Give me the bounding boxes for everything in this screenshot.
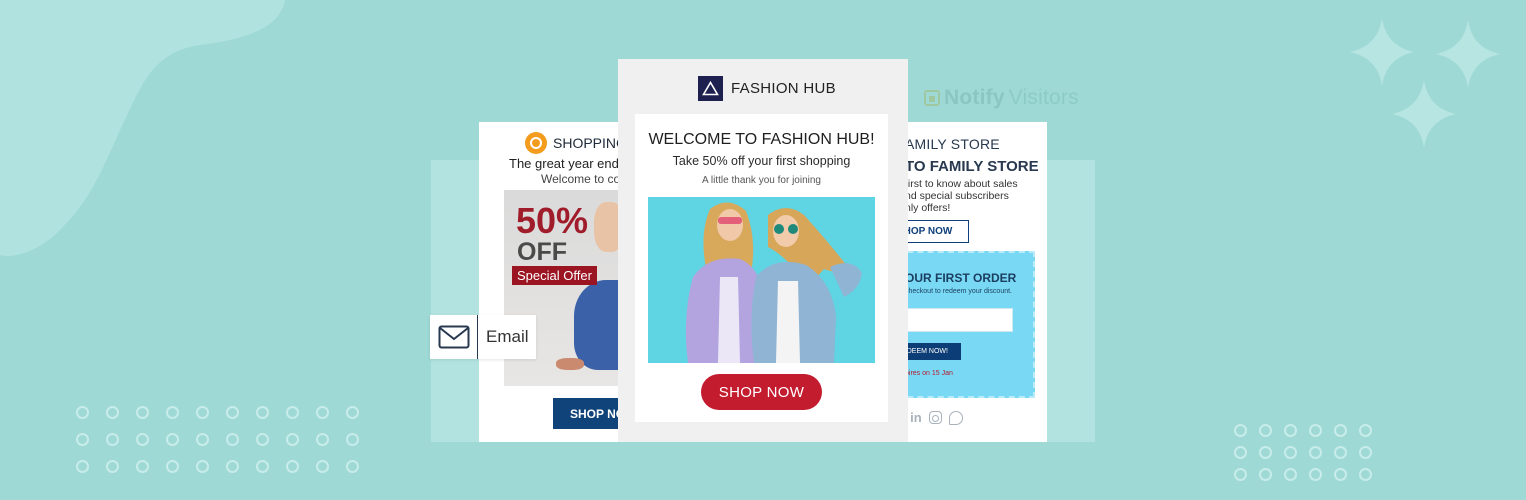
brand-logo-part2: Visitors — [1008, 86, 1079, 109]
linkedin-icon[interactable]: in — [910, 410, 922, 425]
notifyvisitors-logo-icon — [924, 90, 940, 106]
shop-now-button[interactable]: SHOP NOW — [701, 374, 822, 410]
fashion-hub-header: FASHION HUB — [698, 76, 836, 101]
brand-logo-part1: Notify — [944, 86, 1005, 109]
fashion-hub-brand: FASHION HUB — [731, 80, 836, 97]
shopping-logo-icon — [525, 132, 547, 154]
email-label: Email — [486, 327, 529, 346]
notifyvisitors-logo: Notify Visitors — [924, 86, 1079, 110]
fashion-hub-title: WELCOME TO FASHION HUB! — [648, 131, 875, 148]
fashion-hub-body: WELCOME TO FASHION HUB! Take 50% off you… — [635, 114, 888, 422]
shopping-card-headline: The great year end — [509, 156, 619, 171]
email-channel-chip: Email — [430, 315, 536, 359]
coupon-box: OUR FIRST ORDER checkout to redeem your … — [897, 251, 1035, 398]
shopping-card-welcome: Welcome to co — [541, 172, 621, 186]
envelope-icon — [430, 315, 478, 359]
family-store-header: AMILY STORE — [905, 136, 1000, 152]
sparkle-icon — [1350, 18, 1500, 148]
coupon-code-field[interactable] — [897, 308, 1013, 332]
fashion-hub-subtitle: Take 50% off your first shopping — [672, 154, 851, 168]
fashion-hub-email-card: FASHION HUB WELCOME TO FASHION HUB! Take… — [618, 59, 908, 442]
special-offer-badge: Special Offer — [512, 266, 597, 285]
instagram-icon[interactable] — [928, 411, 942, 424]
shopping-card-title: SHOPPING — [553, 135, 627, 151]
family-store-text: first to know about sales nd special sub… — [905, 178, 1045, 214]
messenger-icon[interactable] — [948, 410, 963, 425]
social-links: ∕ in — [901, 410, 963, 425]
models-photo — [648, 197, 875, 363]
coupon-title: OUR FIRST ORDER — [905, 271, 1017, 285]
family-store-text-line: first to know about sales — [905, 178, 1018, 190]
promo-off: OFF — [517, 238, 567, 266]
model-image-part — [556, 358, 584, 370]
family-store-title: TO FAMILY STORE — [905, 158, 1039, 175]
family-store-text-line: nd special subscribers — [905, 190, 1009, 202]
family-store-email-card: AMILY STORE TO FAMILY STORE first to kno… — [897, 122, 1047, 442]
family-store-text-line: nly offers! — [905, 202, 951, 214]
coupon-text: checkout to redeem your discount. — [905, 288, 1013, 295]
shopping-email-card: SHOPPING The great year end Welcome to c… — [479, 122, 629, 442]
background-blob — [0, 0, 285, 256]
promo-percent: 50% — [516, 200, 589, 241]
fashion-hub-logo-icon — [698, 76, 723, 101]
shopping-card-header: SHOPPING — [525, 132, 627, 154]
coupon-expiry: pires on 15 Jan — [905, 370, 953, 377]
fashion-hub-note: A little thank you for joining — [702, 175, 821, 186]
